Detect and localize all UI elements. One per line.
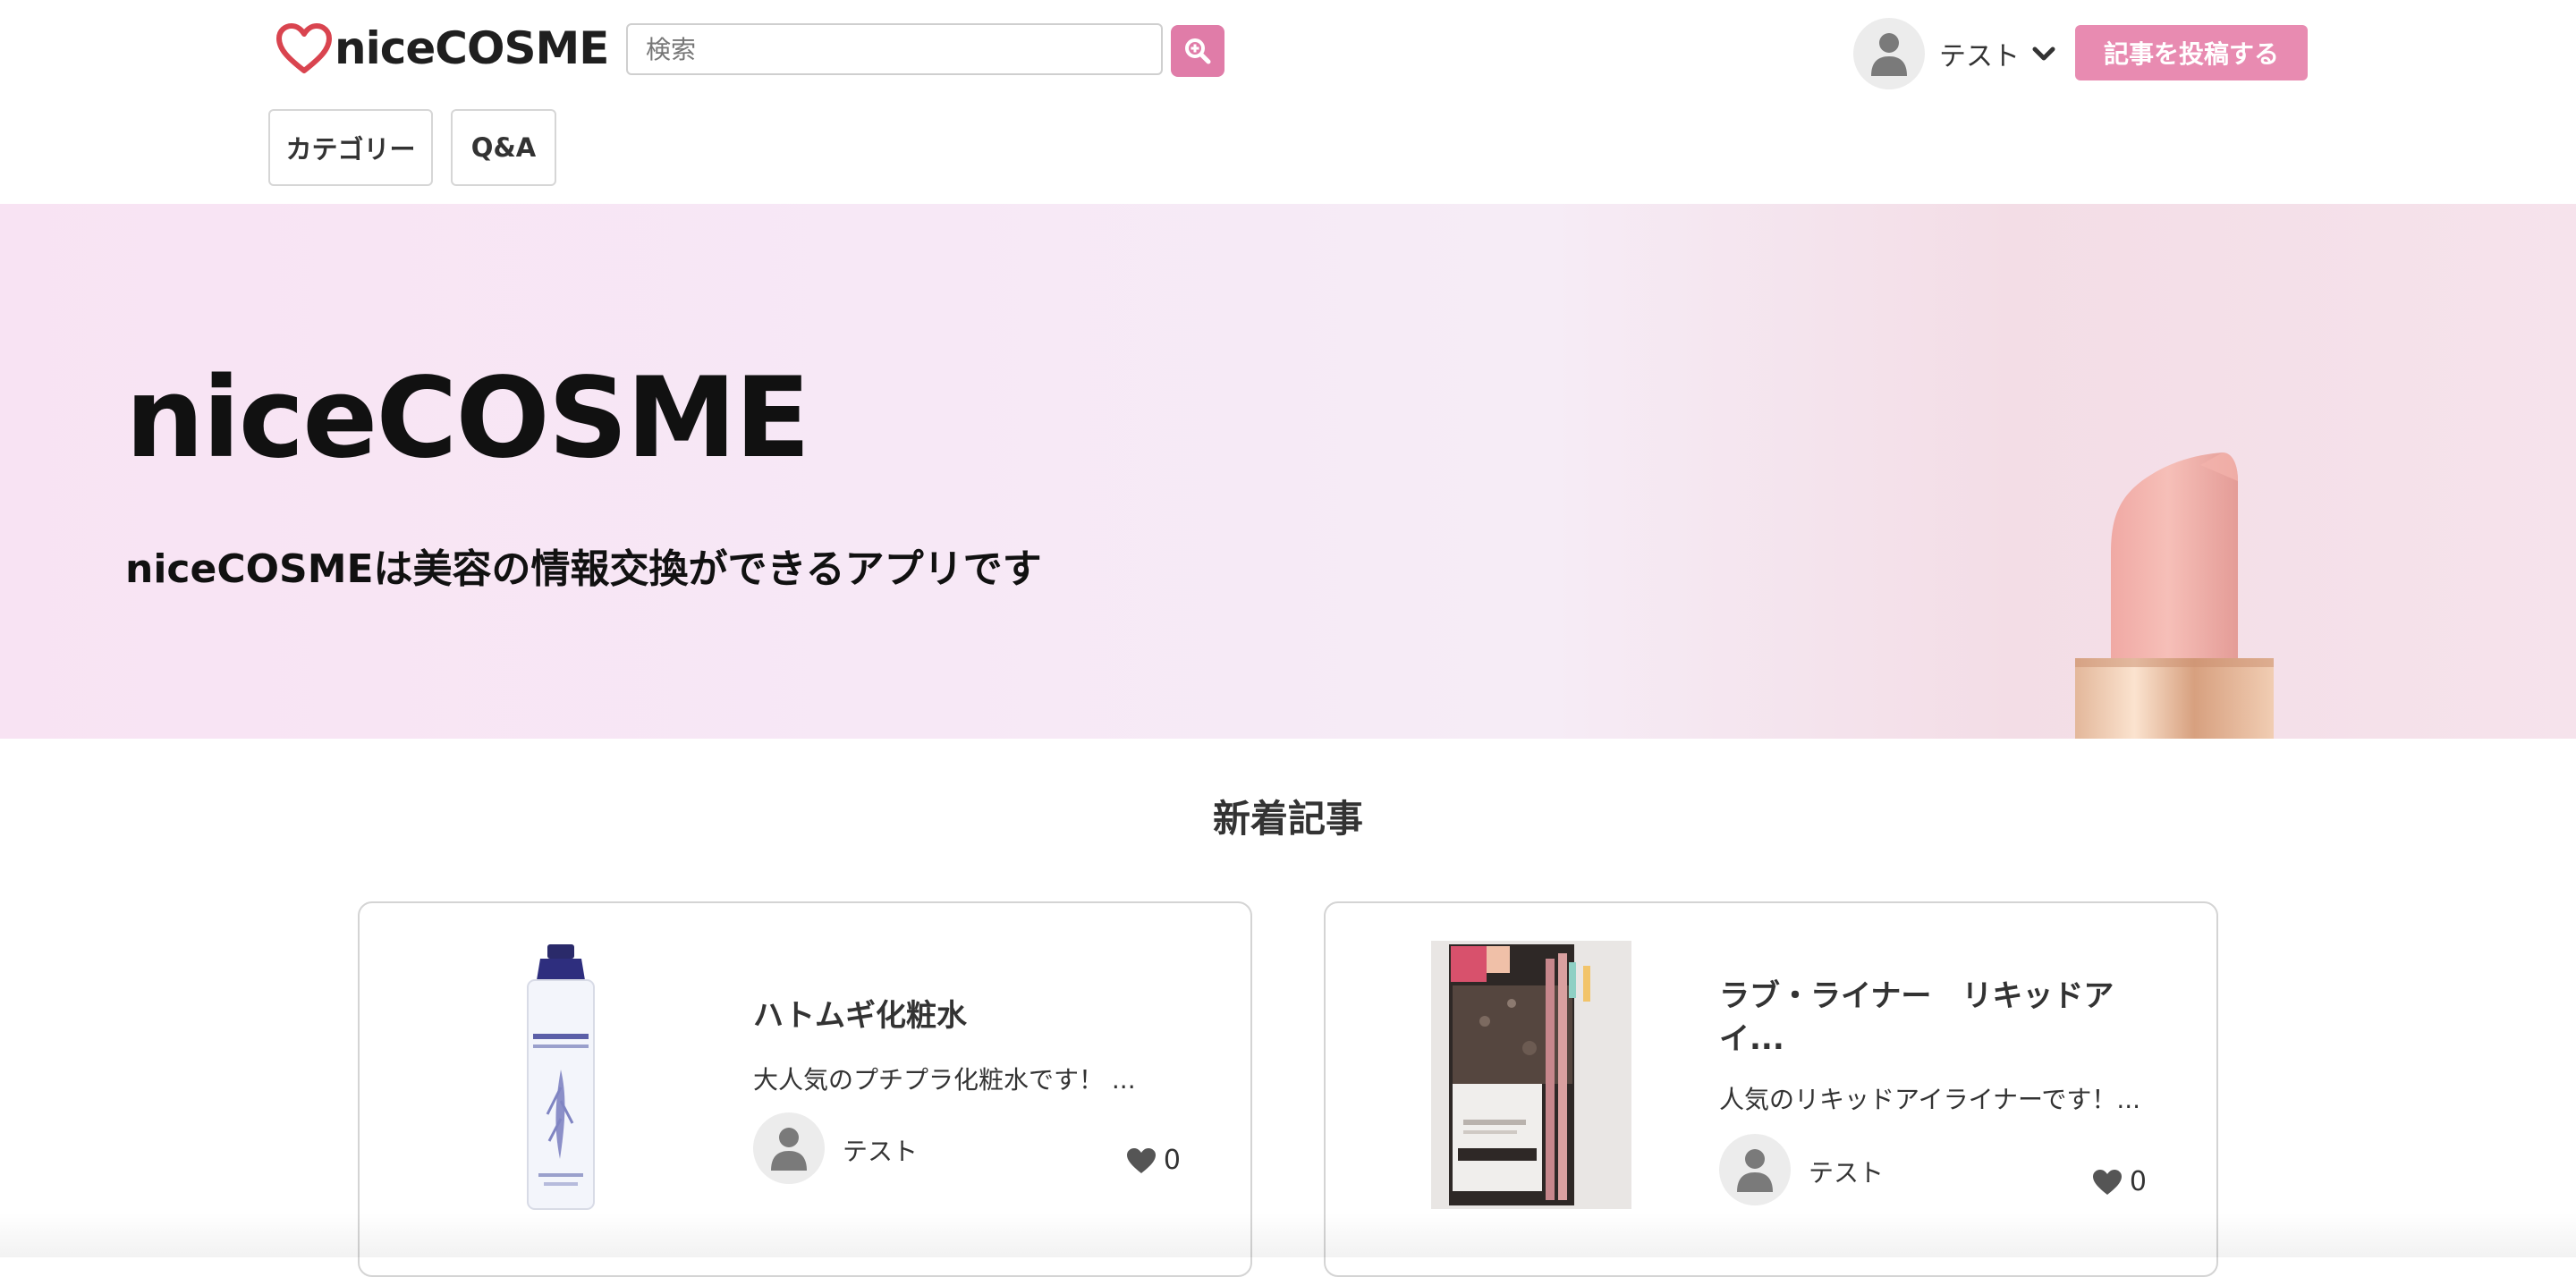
search-button[interactable]: [1171, 25, 1224, 77]
heart-logo-icon: [276, 23, 332, 73]
author-avatar[interactable]: [753, 1112, 825, 1184]
hero-title: niceCOSME: [125, 354, 810, 483]
article-thumbnail: [1431, 941, 1631, 1209]
article-excerpt: 大人気のプチプラ化粧水です！ ...: [753, 1065, 1136, 1095]
user-silhouette-icon: [1737, 1149, 1773, 1192]
heart-icon: [2092, 1169, 2122, 1195]
author-avatar[interactable]: [1719, 1134, 1791, 1205]
user-menu-toggle[interactable]: テスト: [1939, 32, 2055, 75]
article-card[interactable]: ハトムギ化粧水 大人気のプチプラ化粧水です！ ... テスト 0: [358, 901, 1252, 1277]
like-count: 0: [2129, 1166, 2147, 1197]
author-name[interactable]: テスト: [843, 1132, 918, 1168]
article-excerpt: 人気のリキッドアイライナーです！...: [1719, 1085, 2141, 1114]
article-title[interactable]: ハトムギ化粧水: [753, 994, 1182, 1037]
article-title[interactable]: ラブ・ライナー リキッドアイ...: [1719, 975, 2148, 1061]
logo-text: niceCOSME: [335, 22, 609, 74]
article-card[interactable]: ラブ・ライナー リキッドアイ... 人気のリキッドアイライナーです！... テス…: [1324, 901, 2218, 1277]
user-silhouette-icon: [771, 1128, 807, 1171]
user-silhouette-icon: [1871, 33, 1907, 76]
site-logo[interactable]: niceCOSME: [275, 21, 609, 75]
eyeliner-package-image: [1431, 941, 1631, 1209]
chevron-down-icon: [2032, 47, 2055, 61]
section-title: 新着記事: [1212, 797, 1363, 841]
like-button[interactable]: 0: [2092, 1166, 2147, 1197]
nav-category-button[interactable]: カテゴリー: [268, 109, 433, 186]
search-input[interactable]: [626, 23, 1163, 75]
user-name: テスト: [1939, 41, 2020, 72]
like-button[interactable]: 0: [1126, 1145, 1181, 1176]
post-article-button[interactable]: 記事を投稿する: [2075, 25, 2308, 80]
user-avatar[interactable]: [1853, 18, 1925, 89]
heart-icon: [1126, 1147, 1156, 1173]
hero-banner: niceCOSME niceCOSMEは美容の情報交換ができるアプリです: [0, 204, 2576, 739]
magnifier-plus-icon: [1185, 38, 1211, 64]
site-header: niceCOSME カテゴリー Q&A テスト 記事を投稿する: [0, 0, 2576, 204]
article-thumbnail: [521, 944, 601, 1213]
like-count: 0: [1163, 1145, 1181, 1176]
hero-subtitle: niceCOSMEは美容の情報交換ができるアプリです: [125, 546, 1042, 592]
author-name[interactable]: テスト: [1809, 1154, 1884, 1189]
lotion-bottle-image: [527, 944, 595, 1210]
lipstick-image: [2075, 452, 2274, 739]
nav-qa-button[interactable]: Q&A: [451, 109, 556, 186]
